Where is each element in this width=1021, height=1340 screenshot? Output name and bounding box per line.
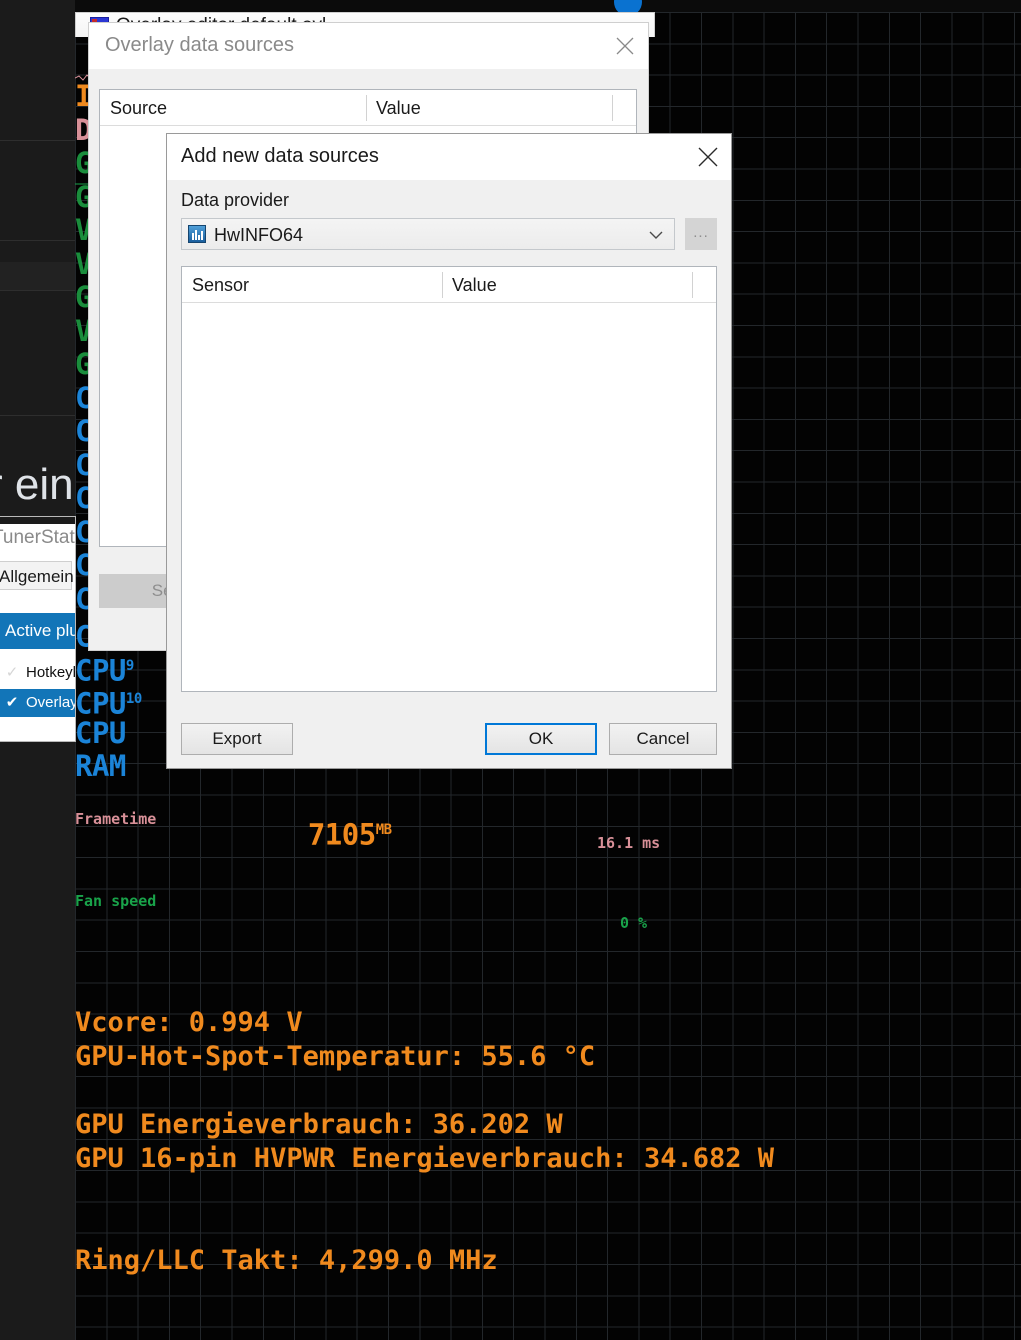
osd-frametime-caption: Frametime xyxy=(75,810,157,828)
osd-ram-number: 7105 xyxy=(307,817,376,852)
data-provider-combobox[interactable]: HwINFO64 xyxy=(181,218,675,250)
osd-stat-line xyxy=(75,1210,975,1244)
plugin-item-overlayeditor[interactable]: ✔ OverlayEditor xyxy=(0,689,75,717)
cancel-button[interactable]: Cancel xyxy=(609,723,717,755)
osd-stat-line: Vcore: 0.994 V xyxy=(75,1007,303,1038)
rivatuner-titlebar xyxy=(0,517,75,524)
column-header-source[interactable]: Source xyxy=(100,90,366,126)
plugin-label: Hotkeyhandler xyxy=(26,664,75,681)
osd-frametime-value: 16.1 ms xyxy=(597,834,661,852)
sources-listview-header: Source Value xyxy=(100,90,636,126)
close-icon[interactable] xyxy=(602,23,648,69)
osd-stat-line xyxy=(75,1074,975,1108)
osd-stat-line: Ring/LLC Takt: 4,299.0 MHz xyxy=(75,1245,498,1276)
rivatuner-caption: RivaTunerStatistics xyxy=(0,527,76,548)
dialog-titlebar: Overlay data sources xyxy=(89,23,648,69)
osd-stat-line: GPU-Hot-Spot-Temperatur: 55.6 °C xyxy=(75,1041,596,1072)
osd-sensor-row: CPU xyxy=(75,717,126,749)
rivatuner-window[interactable]: RivaTunerStatistics Allgemein Active plu… xyxy=(0,516,76,742)
hwinfo64-icon xyxy=(188,225,206,243)
column-divider[interactable] xyxy=(612,95,613,121)
osd-sensor-index: 10 xyxy=(125,691,142,707)
column-header-value[interactable]: Value xyxy=(366,90,612,126)
add-new-data-sources-dialog[interactable]: Add new data sources Data provider HwINF… xyxy=(166,133,732,769)
osd-stat-line xyxy=(75,1176,975,1210)
tab-allgemein[interactable]: Allgemein xyxy=(0,561,74,590)
data-provider-label: Data provider xyxy=(181,190,290,210)
osd-sensor-row: RAM xyxy=(75,750,126,782)
active-plugins-header: Active plugins xyxy=(0,613,75,649)
osd-sensor-row: CPU10 xyxy=(75,683,142,720)
dialog-titlebar: Add new data sources xyxy=(167,134,731,180)
dialog-title: Overlay data sources xyxy=(105,34,294,56)
panel-divider xyxy=(0,140,75,141)
osd-sensor-label: CPU xyxy=(75,715,126,750)
osd-fanspeed-caption: Fan speed xyxy=(75,892,157,910)
plugin-item-hotkeyhandler[interactable]: ✓ Hotkeyhandler xyxy=(0,659,75,687)
checkbox-checked-icon[interactable]: ✔ xyxy=(4,695,20,711)
desktop-top-strip xyxy=(75,0,1021,16)
panel-highlight-band xyxy=(0,262,75,290)
osd-stats-block: Vcore: 0.994 V GPU-Hot-Spot-Temperatur: 5… xyxy=(75,1006,975,1278)
plugin-label: OverlayEditor xyxy=(26,694,75,711)
panel-divider xyxy=(0,290,75,291)
column-header-sensor[interactable]: Sensor xyxy=(182,267,442,303)
sensor-listview[interactable]: Sensor Value xyxy=(181,266,717,692)
browse-provider-button[interactable]: ... xyxy=(685,218,717,250)
column-divider[interactable] xyxy=(692,272,693,298)
data-provider-value: HwINFO64 xyxy=(214,225,304,245)
osd-sensor-index: 9 xyxy=(125,657,134,674)
osd-fanspeed-value: 0 % xyxy=(620,914,648,932)
osd-sensor-row: CPU9 xyxy=(75,650,134,686)
dialog-title: Add new data sources xyxy=(181,145,379,167)
panel-divider xyxy=(0,415,75,416)
checkbox-unchecked-icon[interactable]: ✓ xyxy=(4,665,20,681)
close-icon[interactable] xyxy=(685,134,731,180)
chevron-down-icon[interactable] xyxy=(646,219,666,251)
osd-ram-unit: MB xyxy=(375,822,392,838)
column-header-value[interactable]: Value xyxy=(442,267,692,303)
ok-button[interactable]: OK xyxy=(485,723,597,755)
osd-ram-value: 7105MB xyxy=(240,782,392,883)
osd-stat-line: GPU 16-pin HVPWR Energieverbrauch: 34.68… xyxy=(75,1143,774,1174)
osd-sensor-label: RAM xyxy=(75,749,126,783)
panel-divider xyxy=(0,240,75,241)
sensor-listview-header: Sensor Value xyxy=(182,267,716,303)
osd-stat-line: GPU Energieverbrauch: 36.202 W xyxy=(75,1109,563,1140)
export-button[interactable]: Export xyxy=(181,723,293,755)
